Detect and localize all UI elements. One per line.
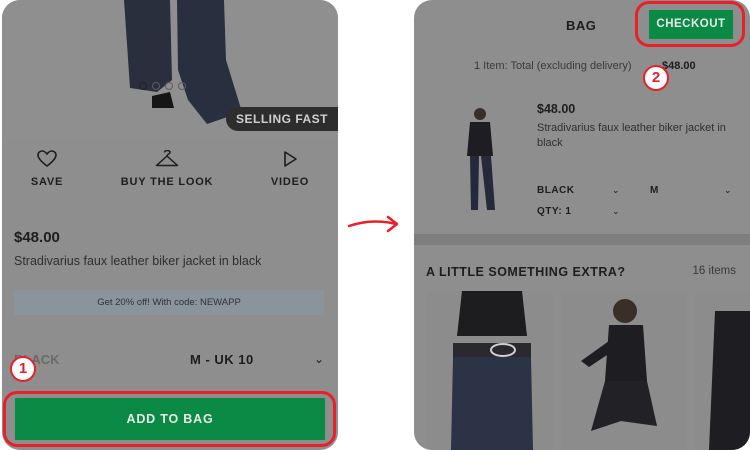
size-value: M - UK 10 (190, 352, 254, 367)
heart-icon (37, 150, 57, 168)
save-button[interactable]: SAVE (31, 150, 63, 188)
carousel-dot[interactable] (178, 82, 186, 90)
chevron-down-icon: ⌄ (612, 185, 620, 195)
hanger-icon (155, 150, 179, 167)
video-button[interactable]: VIDEO (271, 150, 309, 188)
arrow-right-icon (347, 215, 399, 233)
carousel-dot[interactable] (152, 82, 160, 90)
product-screen: SELLING FAST SAVE BUY THE LOOK VIDEO $48… (2, 0, 338, 450)
step-marker-1: 1 (10, 356, 36, 382)
product-image[interactable]: SELLING FAST (2, 0, 338, 138)
bag-item-color-select[interactable]: BLACK (537, 185, 575, 196)
product-thumbnail-image (709, 311, 750, 450)
bag-title: BAG (566, 18, 597, 33)
action-row: SAVE BUY THE LOOK VIDEO (2, 150, 338, 188)
buy-the-look-label: BUY THE LOOK (120, 176, 214, 188)
chevron-down-icon: ⌄ (724, 185, 732, 195)
chevron-down-icon: ⌄ (612, 206, 620, 216)
bag-item-qty-select[interactable]: QTY: 1 (537, 206, 571, 217)
video-label: VIDEO (270, 176, 310, 188)
play-icon (284, 151, 297, 167)
product-thumbnail-image (451, 291, 533, 450)
size-selector[interactable]: BLACK M - UK 10 ⌄ (14, 352, 324, 370)
bag-item-price: $48.00 (537, 102, 576, 116)
promo-banner[interactable]: Get 20% off! With code: NEWAPP (14, 290, 324, 315)
carousel-dot[interactable] (165, 82, 173, 90)
product-name: Stradivarius faux leather biker jacket i… (14, 254, 262, 268)
step-marker-2: 2 (643, 65, 669, 91)
buy-the-look-button[interactable]: BUY THE LOOK (121, 150, 214, 188)
add-to-bag-button[interactable]: ADD TO BAG (15, 398, 325, 440)
recommendation-card[interactable] (561, 291, 687, 450)
product-price: $48.00 (14, 229, 60, 246)
checkout-button[interactable]: CHECKOUT (649, 10, 733, 39)
carousel-dot[interactable] (139, 82, 147, 90)
recommendation-card[interactable] (427, 291, 553, 450)
save-label: SAVE (30, 176, 64, 188)
extra-items-count: 16 items (692, 265, 736, 277)
items-total-text: 1 Item: Total (excluding delivery) (474, 60, 632, 72)
bag-item-size-select[interactable]: M (650, 185, 659, 196)
bag-screen: BAG CHECKOUT 1 Item: Total (excluding de… (414, 0, 750, 450)
chevron-down-icon: ⌄ (313, 352, 324, 366)
recommendation-card[interactable] (695, 291, 750, 450)
selling-fast-badge: SELLING FAST (225, 107, 338, 131)
product-thumbnail-image (581, 299, 657, 431)
extra-section-title: A LITTLE SOMETHING EXTRA? (426, 265, 626, 279)
section-divider (414, 234, 750, 245)
carousel-dots (139, 82, 186, 90)
bag-item-image[interactable] (458, 106, 502, 218)
bag-item-name[interactable]: Stradivarius faux leather biker jacket i… (537, 121, 737, 151)
